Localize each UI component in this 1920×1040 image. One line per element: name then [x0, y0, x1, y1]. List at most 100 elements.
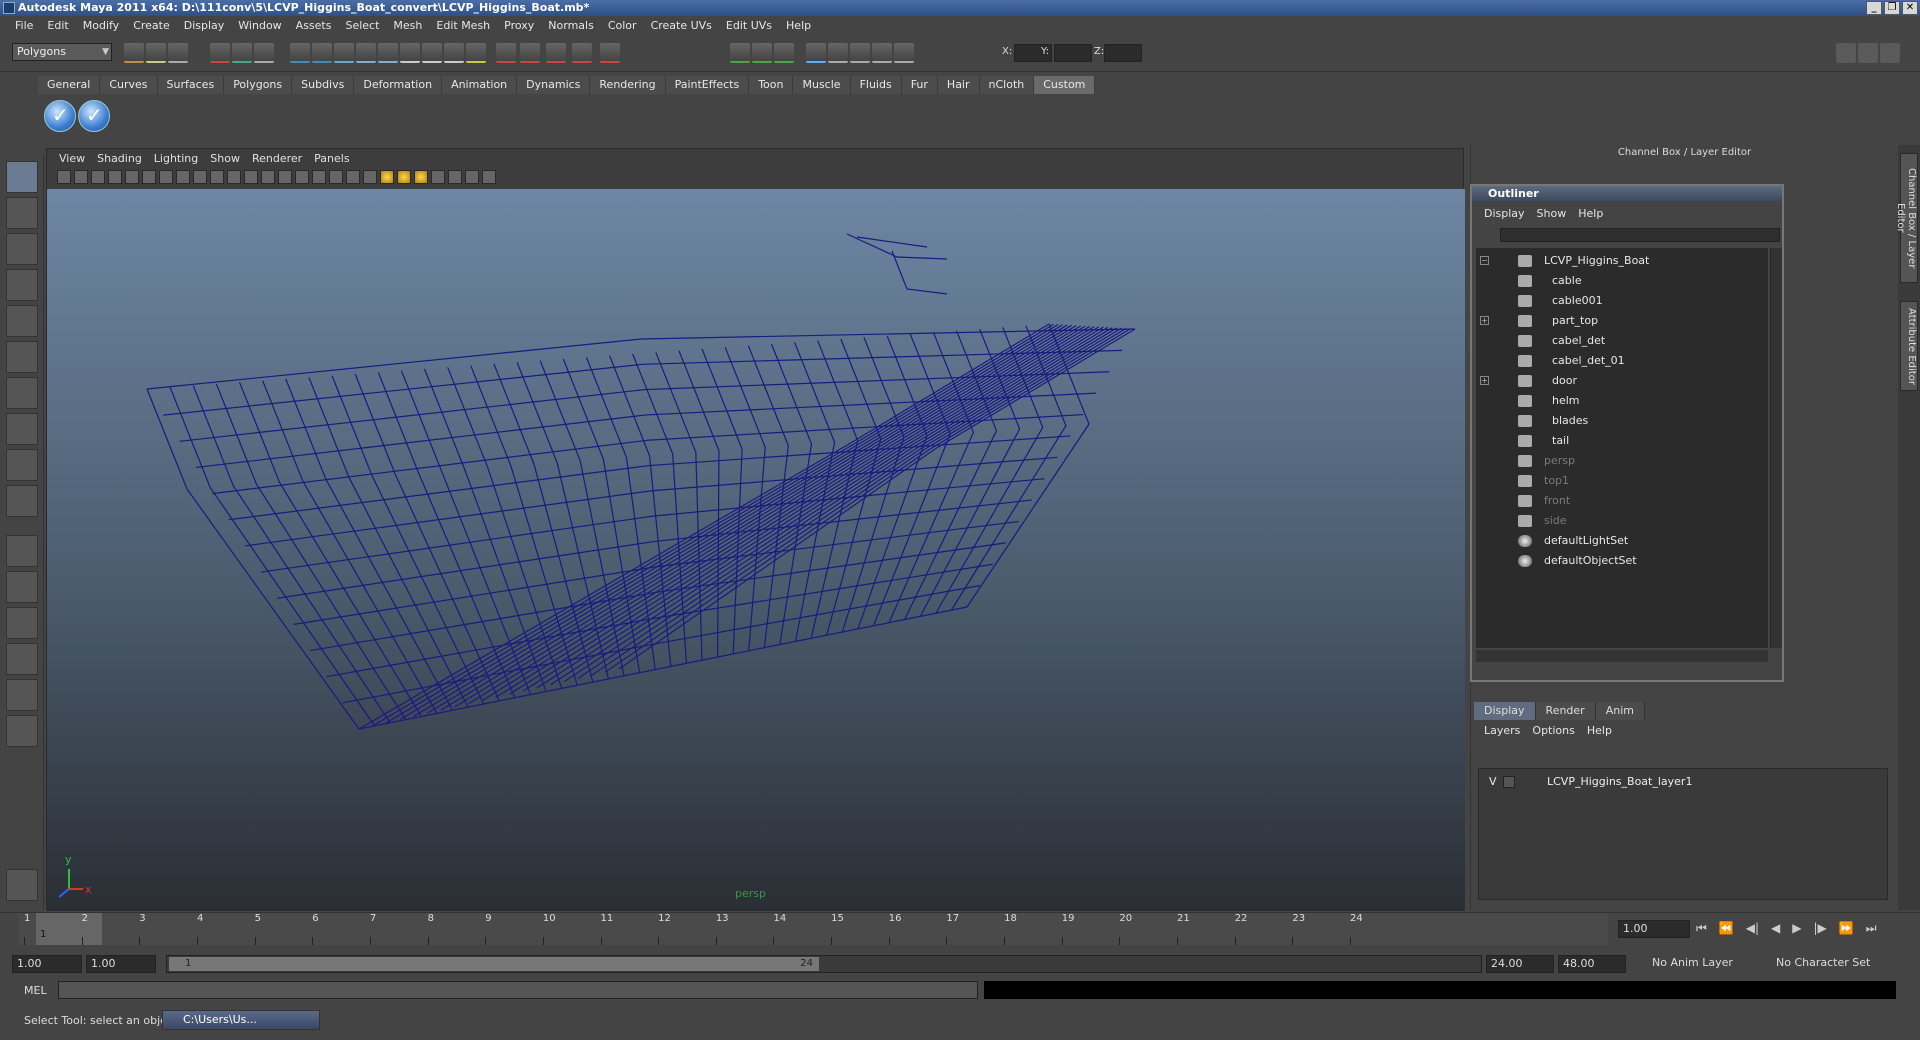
layer-row[interactable]: V LCVP_Higgins_Boat_layer1 — [1483, 773, 1883, 791]
playback-start-input[interactable]: 1.00 — [86, 955, 156, 973]
mel-label[interactable]: MEL — [24, 984, 47, 997]
viewport-tool-icon-23[interactable] — [431, 170, 445, 184]
status-tool-icon-4[interactable] — [210, 43, 230, 63]
layer-menu-help[interactable]: Help — [1581, 724, 1618, 737]
viewport-tool-icon-16[interactable] — [312, 170, 326, 184]
character-set-selector[interactable]: No Character Set — [1772, 955, 1890, 973]
status-tool-icon-8[interactable] — [312, 43, 332, 63]
tab-curves[interactable]: Curves — [100, 76, 158, 94]
tab-surfaces[interactable]: Surfaces — [157, 76, 225, 94]
script-editor-task-button[interactable]: C:\Users\Us... — [162, 1010, 320, 1030]
menu-edit[interactable]: Edit — [40, 19, 75, 32]
soft-mod-tool-icon[interactable] — [6, 413, 38, 445]
status-tool-icon-26[interactable] — [850, 43, 870, 63]
status-tool-icon-1[interactable] — [124, 43, 144, 63]
status-tool-icon-12[interactable] — [400, 43, 420, 63]
status-tool-icon-14[interactable] — [444, 43, 464, 63]
play-forwards-icon[interactable]: ▶ — [1792, 921, 1801, 936]
go-to-end-icon[interactable]: ⏭ — [1866, 921, 1877, 936]
menu-file[interactable]: File — [8, 19, 40, 32]
outliner-filter-input[interactable] — [1500, 228, 1780, 242]
time-slider[interactable]: 1 1 2 3 4 5 6 7 8 9 10 11 12 13 14 15 16 17 18 19 20 21 22 23 2… — [0, 912, 1920, 952]
menu-create-uvs[interactable]: Create UVs — [644, 19, 719, 32]
lasso-tool-icon[interactable] — [6, 197, 38, 229]
play-backwards-icon[interactable]: ◀ — [1771, 921, 1780, 936]
range-handle[interactable]: 1 24 — [169, 957, 819, 971]
menu-modify[interactable]: Modify — [76, 19, 126, 32]
viewport-tool-icon-21[interactable] — [397, 170, 411, 184]
layer-tab-anim[interactable]: Anim — [1595, 702, 1645, 720]
viewport-tool-icon-13[interactable] — [261, 170, 275, 184]
viewport-tool-icon-25[interactable] — [465, 170, 479, 184]
paint-select-tool-icon[interactable] — [6, 233, 38, 265]
status-tool-icon-24[interactable] — [806, 43, 826, 63]
last-tool-icon[interactable] — [6, 485, 38, 517]
outliner-vertical-scrollbar[interactable] — [1770, 248, 1782, 648]
expand-icon[interactable]: + — [1480, 316, 1489, 325]
status-tool-icon-15[interactable] — [466, 43, 486, 63]
tab-deformation[interactable]: Deformation — [354, 76, 443, 94]
step-forward-key-icon[interactable]: ⏩ — [1839, 921, 1854, 936]
animation-end-input[interactable]: 48.00 — [1558, 955, 1626, 973]
status-tool-icon-16[interactable] — [496, 43, 516, 63]
select-tool-icon[interactable] — [6, 161, 38, 193]
status-tool-icon-6[interactable] — [254, 43, 274, 63]
z-input[interactable] — [1104, 44, 1142, 62]
four-view-layout-icon[interactable] — [6, 571, 38, 603]
status-tool-icon-18[interactable] — [546, 43, 566, 63]
menu-display[interactable]: Display — [177, 19, 232, 32]
tab-toon[interactable]: Toon — [749, 76, 794, 94]
tab-general[interactable]: General — [38, 76, 101, 94]
rotate-tool-icon[interactable] — [6, 305, 38, 337]
outliner-menu-help[interactable]: Help — [1572, 207, 1609, 220]
layer-type-toggle[interactable] — [1503, 776, 1515, 788]
time-ruler[interactable]: 1 1 2 3 4 5 6 7 8 9 10 11 12 13 14 15 16 17 18 19 20 21 22 23 2… — [18, 913, 1608, 945]
tab-muscle[interactable]: Muscle — [793, 76, 851, 94]
status-tool-icon-20[interactable] — [600, 43, 620, 63]
mel-input[interactable] — [58, 981, 978, 999]
script-layout-icon[interactable] — [6, 715, 38, 747]
menu-set-selector[interactable]: Polygons ▼ — [12, 43, 112, 61]
layer-tab-render[interactable]: Render — [1535, 702, 1596, 720]
status-tool-icon-22[interactable] — [752, 43, 772, 63]
viewport-tool-icon-6[interactable] — [142, 170, 156, 184]
graph-layout-icon[interactable] — [6, 643, 38, 675]
viewport-tool-icon-10[interactable] — [210, 170, 224, 184]
outliner-horizontal-scrollbar[interactable] — [1476, 650, 1768, 662]
layer-menu-layers[interactable]: Layers — [1478, 724, 1526, 737]
scale-tool-icon[interactable] — [6, 341, 38, 373]
viewport-tool-icon-18[interactable] — [346, 170, 360, 184]
custom-shelf-button-2[interactable] — [78, 100, 110, 132]
status-tool-icon-17[interactable] — [520, 43, 540, 63]
paint-brush-icon[interactable] — [6, 869, 38, 901]
minimize-button[interactable]: _ — [1866, 1, 1882, 15]
panel-toggle-icon-1[interactable] — [1836, 43, 1856, 63]
step-back-frame-icon[interactable]: ◀| — [1746, 921, 1759, 936]
status-tool-icon-7[interactable] — [290, 43, 310, 63]
status-tool-icon-21[interactable] — [730, 43, 750, 63]
viewport-menu-renderer[interactable]: Renderer — [246, 152, 308, 165]
status-tool-icon-25[interactable] — [828, 43, 848, 63]
outliner-layout-icon[interactable] — [6, 607, 38, 639]
menu-normals[interactable]: Normals — [541, 19, 601, 32]
menu-color[interactable]: Color — [601, 19, 644, 32]
layer-menu-options[interactable]: Options — [1526, 724, 1580, 737]
step-forward-frame-icon[interactable]: |▶ — [1814, 921, 1827, 936]
manipulator-tool-icon[interactable] — [6, 377, 38, 409]
tab-polygons[interactable]: Polygons — [224, 76, 293, 94]
status-tool-icon-13[interactable] — [422, 43, 442, 63]
status-tool-icon-27[interactable] — [872, 43, 892, 63]
status-tool-icon-2[interactable] — [146, 43, 166, 63]
viewport-tool-icon-3[interactable] — [91, 170, 105, 184]
menu-help[interactable]: Help — [779, 19, 818, 32]
tab-animation[interactable]: Animation — [442, 76, 518, 94]
menu-window[interactable]: Window — [231, 19, 288, 32]
perspective-viewport[interactable]: y x persp — [47, 189, 1465, 911]
viewport-tool-icon-1[interactable] — [57, 170, 71, 184]
status-tool-icon-9[interactable] — [334, 43, 354, 63]
viewport-tool-icon-2[interactable] — [74, 170, 88, 184]
tab-fur[interactable]: Fur — [901, 76, 938, 94]
tab-channel-box[interactable]: Channel Box / Layer Editor — [1895, 153, 1918, 283]
expand-icon[interactable]: + — [1480, 376, 1489, 385]
tab-rendering[interactable]: Rendering — [590, 76, 666, 94]
